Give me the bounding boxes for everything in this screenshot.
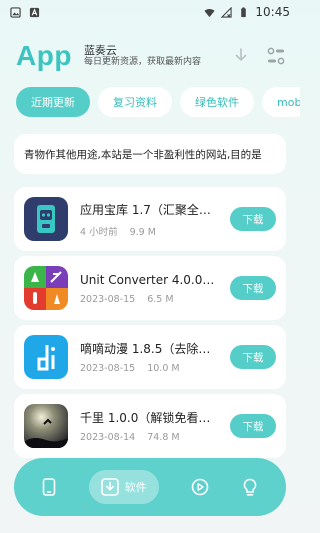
- item-size: 74.8 M: [147, 432, 180, 443]
- tab-study-materials[interactable]: 复习资料: [98, 87, 172, 117]
- signal-off-icon: [221, 6, 233, 18]
- item-meta: 2023-08-15 10.0 M: [80, 363, 222, 374]
- item-info: 千里 1.0.0（解锁免看广告... 2023-08-14 74.8 M: [80, 409, 222, 443]
- app-header: App 蓝奏云 每日更新资源，获取最新内容: [16, 36, 286, 76]
- bottom-nav: 软件: [14, 458, 286, 516]
- item-date: 2023-08-14: [80, 432, 136, 443]
- header-actions: [234, 46, 286, 66]
- notice-banner: 青物作其他用途,本站是一个非盈利性的网站,目的是: [14, 134, 286, 174]
- download-icon[interactable]: [234, 48, 248, 64]
- item-date: 2023-08-15: [80, 294, 136, 305]
- text-notification-icon: [29, 7, 40, 17]
- item-size: 6.5 M: [147, 294, 174, 305]
- nav-software[interactable]: 软件: [88, 470, 159, 504]
- item-size: 9.9 M: [129, 226, 156, 238]
- list-item[interactable]: 嘀嘀动漫 1.8.5（去除广告... 2023-08-15 10.0 M 下载: [14, 325, 286, 389]
- item-date: 4 小时前: [80, 226, 118, 238]
- item-info: 嘀嘀动漫 1.8.5（去除广告... 2023-08-15 10.0 M: [80, 340, 222, 374]
- category-tabs: 近期更新 复习资料 绿色软件 mob游: [16, 87, 300, 117]
- item-name: 应用宝库 1.7（汇聚全网...: [80, 202, 222, 217]
- title-block: 蓝奏云 每日更新资源，获取最新内容: [83, 43, 201, 68]
- site-title: 蓝奏云: [83, 43, 117, 57]
- download-box-icon: [100, 478, 119, 496]
- notice-text: 青物作其他用途,本站是一个非盈利性的网站,目的是: [24, 148, 262, 161]
- app-list: 应用宝库 1.7（汇聚全网... 4 小时前 9.9 M 下载 Unit Conv…: [14, 187, 286, 463]
- item-size: 10.0 M: [147, 363, 180, 374]
- tab-recent[interactable]: 近期更新: [16, 87, 90, 117]
- settings-toggle-icon[interactable]: [266, 46, 286, 66]
- item-date: 2023-08-15: [80, 363, 136, 374]
- item-name: Unit Converter 4.0.0（免...: [80, 273, 222, 287]
- nav-video[interactable]: [191, 470, 209, 504]
- bulb-icon: [243, 478, 257, 496]
- list-item[interactable]: 应用宝库 1.7（汇聚全网... 4 小时前 9.9 M 下载: [14, 187, 286, 251]
- tab-mob-games[interactable]: mob游: [262, 87, 300, 117]
- battery-icon: [241, 6, 247, 17]
- download-button[interactable]: 下载: [230, 345, 276, 369]
- item-meta: 4 小时前 9.9 M: [80, 224, 222, 238]
- status-bar: 10:45: [0, 0, 300, 24]
- list-item[interactable]: Unit Converter 4.0.0（免... 2023-08-15 6.5 …: [14, 256, 286, 320]
- di-logo-icon: [24, 335, 68, 379]
- item-meta: 2023-08-15 6.5 M: [80, 294, 222, 305]
- item-name: 千里 1.0.0（解锁免看广告...: [80, 411, 222, 425]
- nav-software-label: 软件: [124, 481, 147, 494]
- download-button[interactable]: 下载: [230, 276, 276, 300]
- tab-green-software[interactable]: 绿色软件: [180, 87, 254, 117]
- download-button[interactable]: 下载: [230, 207, 276, 231]
- item-info: 应用宝库 1.7（汇聚全网... 4 小时前 9.9 M: [80, 201, 222, 238]
- site-subtitle: 每日更新资源，获取最新内容: [83, 57, 201, 68]
- download-button[interactable]: 下载: [230, 414, 276, 438]
- phone-icon: [42, 478, 56, 496]
- wifi-icon: [204, 8, 215, 17]
- item-meta: 2023-08-14 74.8 M: [80, 432, 222, 443]
- item-info: Unit Converter 4.0.0（免... 2023-08-15 6.5 …: [80, 271, 222, 305]
- status-time: 10:45: [255, 5, 290, 19]
- robot-phone-icon: [24, 197, 68, 241]
- app-logo: App: [16, 40, 72, 71]
- unit-converter-icon: [24, 266, 68, 310]
- nav-idea[interactable]: [242, 470, 258, 504]
- list-item[interactable]: 千里 1.0.0（解锁免看广告... 2023-08-14 74.8 M 下载: [14, 394, 286, 458]
- nav-phone[interactable]: [42, 470, 56, 504]
- night-scene-icon: [24, 404, 68, 448]
- item-name: 嘀嘀动漫 1.8.5（去除广告...: [80, 342, 222, 356]
- gallery-notification-icon: [10, 6, 21, 18]
- play-icon: [191, 478, 209, 496]
